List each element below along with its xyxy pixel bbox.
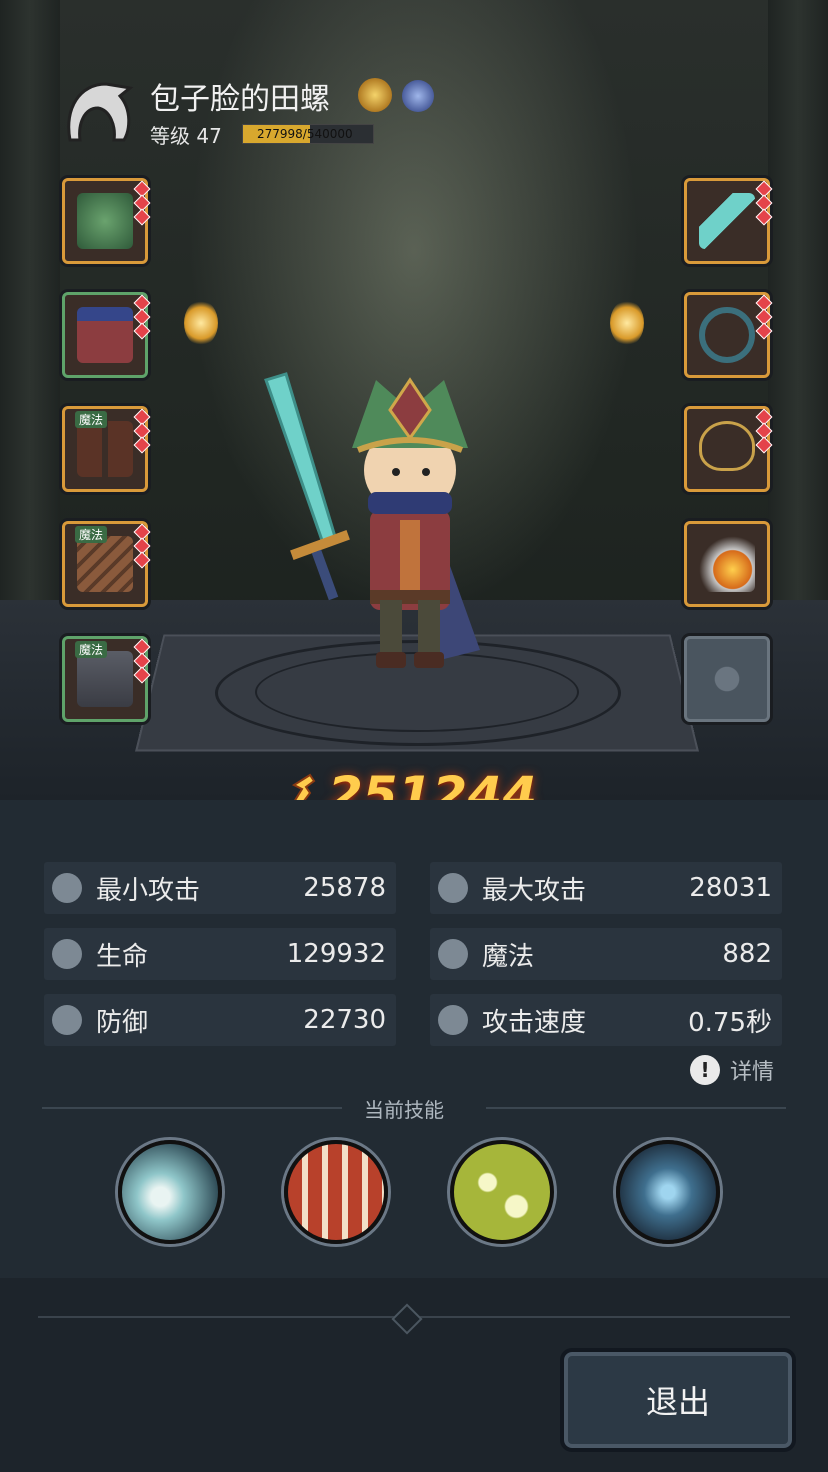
shield-icon xyxy=(52,1005,82,1035)
stat-max-attack: 最大攻击 28031 xyxy=(430,862,782,914)
torch-icon xyxy=(610,300,644,346)
stat-label: 攻击速度 xyxy=(482,1007,587,1038)
equip-slot-charm[interactable] xyxy=(684,521,770,607)
equip-slot-armor[interactable] xyxy=(62,292,151,378)
info-icon: ! xyxy=(690,1055,720,1085)
xp-text: 277998/540000 xyxy=(257,127,353,141)
moon-badge-icon[interactable] xyxy=(402,80,434,112)
equip-slot-weapon[interactable] xyxy=(684,178,773,264)
equip-slot-cloak[interactable]: 魔法 xyxy=(62,636,151,722)
exit-button[interactable]: 退出 xyxy=(560,1348,796,1452)
skills-title: 当前技能 xyxy=(364,1098,444,1122)
xp-bar: 277998/540000 xyxy=(242,124,374,144)
sun-badge-icon[interactable] xyxy=(358,78,392,112)
magic-tag: 魔法 xyxy=(75,641,108,658)
stat-value: 22730 xyxy=(303,1005,386,1035)
magic-tag: 魔法 xyxy=(75,526,108,543)
stat-label: 防御 xyxy=(96,1007,149,1038)
sword-icon xyxy=(438,873,468,903)
equip-slot-gloves[interactable]: 魔法 xyxy=(62,521,151,607)
equip-slot-empty[interactable] xyxy=(684,636,770,722)
stat-defense: 防御 22730 xyxy=(44,994,396,1046)
stat-label: 魔法 xyxy=(482,941,535,972)
stat-attack-speed: 攻击速度 0.75秒 xyxy=(430,994,782,1046)
stat-min-attack: 最小攻击 25878 xyxy=(44,862,396,914)
stat-magic: 魔法 882 xyxy=(430,928,782,980)
pillar xyxy=(768,0,828,620)
skill-frost-burst-icon[interactable] xyxy=(118,1140,222,1244)
divider xyxy=(42,1107,342,1109)
divider xyxy=(486,1107,786,1109)
stat-hp: 生命 129932 xyxy=(44,928,396,980)
stat-label: 最小攻击 xyxy=(96,875,201,906)
stat-value: 882 xyxy=(722,939,772,969)
equip-slot-ring[interactable] xyxy=(684,292,773,378)
hero-character xyxy=(264,372,480,668)
helmet-icon xyxy=(77,193,133,249)
equip-slot-boots[interactable]: 魔法 xyxy=(62,406,151,492)
stat-label: 最大攻击 xyxy=(482,875,587,906)
stat-value: 28031 xyxy=(689,873,772,903)
armor-icon xyxy=(77,307,133,363)
magic-tag: 魔法 xyxy=(75,411,108,428)
charm-icon xyxy=(699,536,755,592)
necklace-icon xyxy=(699,421,755,471)
divider-ornament xyxy=(391,1303,423,1335)
skill-fire-slash-icon[interactable] xyxy=(284,1140,388,1244)
torch-icon xyxy=(184,300,218,346)
stat-value: 25878 xyxy=(303,873,386,903)
skills-header: 当前技能 xyxy=(42,1096,786,1122)
ring-icon xyxy=(699,307,755,363)
boots-icon xyxy=(77,421,133,477)
cloak-icon xyxy=(77,651,133,707)
sword-icon xyxy=(52,873,82,903)
pillar xyxy=(0,0,60,620)
sword-icon xyxy=(699,193,755,249)
equip-slot-helmet[interactable] xyxy=(62,178,151,264)
gloves-icon xyxy=(77,536,133,592)
avatar[interactable] xyxy=(60,74,136,146)
bottom-bar: 退出 xyxy=(0,1278,828,1472)
speed-icon xyxy=(438,1005,468,1035)
magic-icon xyxy=(438,939,468,969)
details-label: 详情 xyxy=(730,1060,775,1085)
player-name: 包子脸的田螺 xyxy=(150,82,330,117)
skill-water-shield-icon[interactable] xyxy=(616,1140,720,1244)
heart-icon xyxy=(52,939,82,969)
player-level: 等级 47 xyxy=(150,124,222,148)
locked-slot-icon xyxy=(699,651,755,707)
stat-label: 生命 xyxy=(96,941,149,972)
skill-poison-orbs-icon[interactable] xyxy=(450,1140,554,1244)
details-button[interactable]: ! 详情 xyxy=(690,1054,774,1086)
equip-slot-necklace[interactable] xyxy=(684,406,773,492)
stat-value: 0.75秒 xyxy=(688,1007,772,1038)
stat-value: 129932 xyxy=(286,939,386,969)
